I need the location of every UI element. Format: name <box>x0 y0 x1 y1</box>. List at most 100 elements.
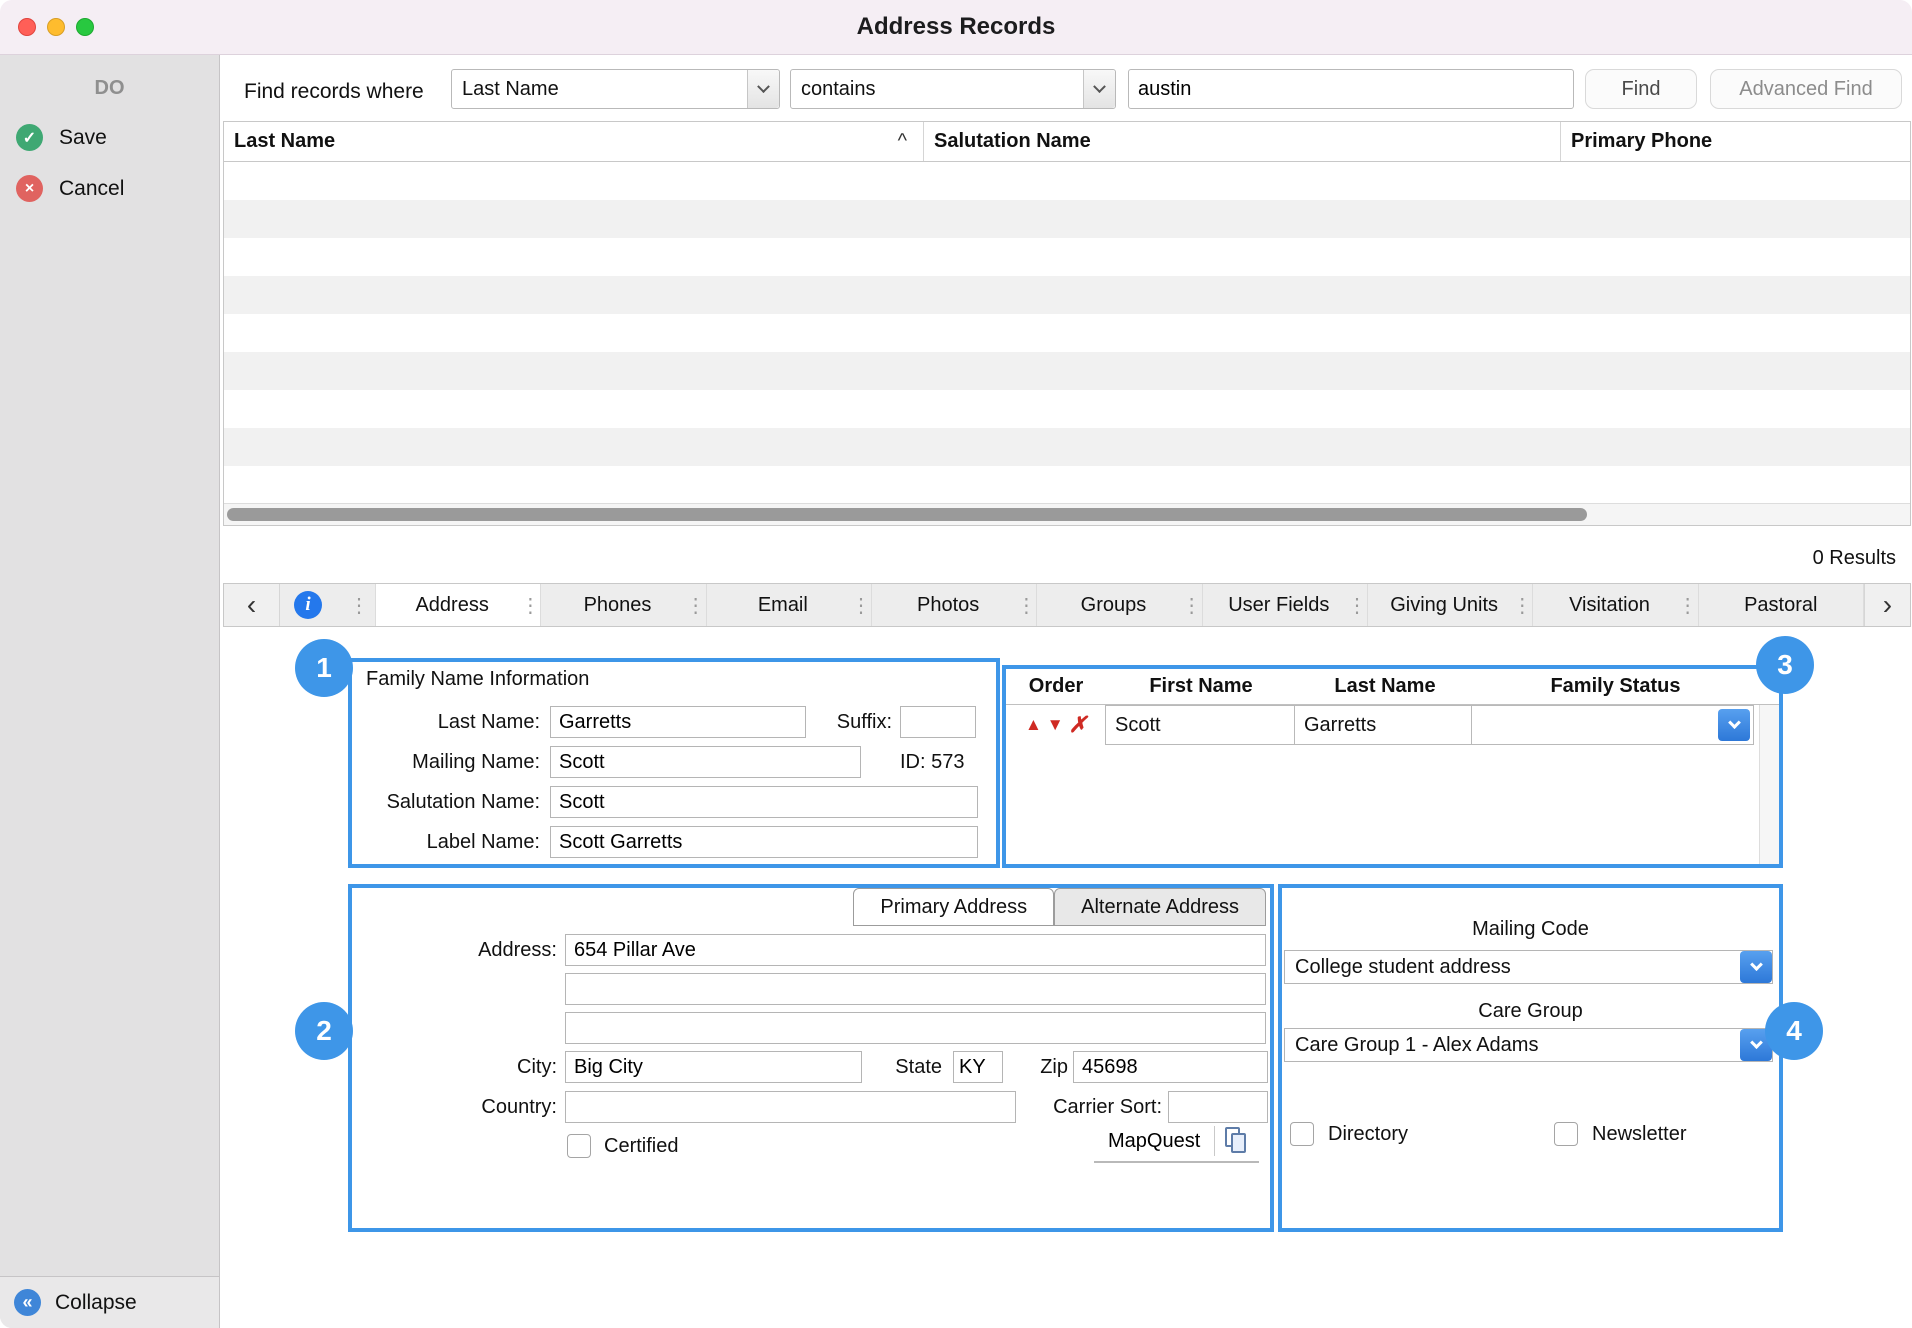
move-down-icon[interactable]: ▼ <box>1047 715 1064 735</box>
care-group-dropdown[interactable]: Care Group 1 - Alex Adams <box>1284 1028 1773 1062</box>
mailing-code-value: College student address <box>1295 955 1511 978</box>
tabs-scroll-left-button[interactable]: ‹ <box>224 584 280 626</box>
chevron-down-icon[interactable] <box>1718 709 1750 741</box>
search-query-input[interactable] <box>1128 69 1574 109</box>
window-title: Address Records <box>856 13 1056 40</box>
tab-email[interactable]: Email ⋮ <box>707 584 872 626</box>
info-icon: i <box>294 591 322 619</box>
salutation-name-field[interactable] <box>550 786 978 818</box>
suffix-label: Suffix: <box>836 711 892 733</box>
newsletter-label: Newsletter <box>1592 1123 1687 1145</box>
tabs-scroll-right-button[interactable]: › <box>1863 584 1910 626</box>
mailing-name-field[interactable] <box>550 746 861 778</box>
carrier-sort-field[interactable] <box>1168 1091 1268 1123</box>
family-status-dropdown[interactable] <box>1471 705 1754 745</box>
order-cell: ▲ ▼ ✗ <box>1006 705 1106 745</box>
certified-checkbox[interactable] <box>567 1134 591 1158</box>
country-field[interactable] <box>565 1091 1016 1123</box>
cancel-x-icon: × <box>16 175 43 202</box>
members-table-header: Order First Name Last Name Family Status <box>1006 669 1779 705</box>
search-field-dropdown[interactable]: Last Name <box>451 69 780 109</box>
move-up-icon[interactable]: ▲ <box>1025 715 1042 735</box>
label-name-field[interactable] <box>550 826 978 858</box>
tab-pastoral[interactable]: Pastoral <box>1699 584 1864 626</box>
address-line2-field[interactable] <box>565 973 1266 1005</box>
collapse-button[interactable]: « Collapse <box>0 1276 219 1328</box>
sort-asc-icon: ^ <box>897 130 907 152</box>
tab-menu-icon: ⋮ <box>1016 594 1037 617</box>
tab-groups[interactable]: Groups ⋮ <box>1037 584 1203 626</box>
tab-photos[interactable]: Photos ⋮ <box>872 584 1038 626</box>
column-label: Last Name <box>234 130 336 152</box>
suffix-field[interactable] <box>900 706 976 738</box>
divider <box>1214 1126 1216 1156</box>
tab-primary-address[interactable]: Primary Address <box>853 888 1055 926</box>
member-last-name-field[interactable]: Garretts <box>1294 705 1472 745</box>
tab-menu-icon: ⋮ <box>520 594 541 617</box>
zoom-window-button[interactable] <box>76 18 94 36</box>
state-label: State <box>895 1056 942 1078</box>
annotation-circle-1: 1 <box>295 639 353 697</box>
vertical-scrollbar[interactable] <box>1759 705 1779 864</box>
results-count: 0 Results <box>1812 547 1896 569</box>
tab-user-fields[interactable]: User Fields ⋮ <box>1203 584 1368 626</box>
mailing-code-label: Mailing Code <box>1472 918 1589 940</box>
tab-menu-icon: ⋮ <box>349 594 369 617</box>
tab-label: Email <box>757 593 808 616</box>
search-operator-value: contains <box>801 77 876 100</box>
results-rows <box>224 162 1910 503</box>
column-header-order: Order <box>1028 675 1084 697</box>
tab-menu-icon: ⋮ <box>1181 594 1202 617</box>
mailing-name-label: Mailing Name: <box>412 751 540 773</box>
delete-member-icon[interactable]: ✗ <box>1069 712 1087 738</box>
state-field[interactable] <box>953 1051 1003 1083</box>
tab-address[interactable]: Address ⋮ <box>376 584 542 626</box>
tab-label: User Fields <box>1228 593 1330 616</box>
address-line3-field[interactable] <box>565 1012 1266 1044</box>
zip-field[interactable] <box>1073 1051 1268 1083</box>
country-label: Country: <box>481 1096 557 1118</box>
tab-giving-units[interactable]: Giving Units ⋮ <box>1368 584 1534 626</box>
mapquest-button[interactable]: MapQuest <box>1094 1130 1214 1153</box>
address-line1-field[interactable] <box>565 934 1266 966</box>
column-header-first-name: First Name <box>1149 675 1253 697</box>
last-name-field[interactable] <box>550 706 806 738</box>
carrier-sort-label: Carrier Sort: <box>1053 1096 1162 1118</box>
cancel-label: Cancel <box>59 176 125 200</box>
member-row: ▲ ▼ ✗ Scott Garretts <box>1006 705 1779 745</box>
column-header-primary-phone[interactable]: Primary Phone <box>1561 122 1910 161</box>
directory-checkbox[interactable] <box>1290 1122 1314 1146</box>
search-operator-dropdown[interactable]: contains <box>790 69 1116 109</box>
find-records-label: Find records where <box>244 80 424 103</box>
member-first-name-field[interactable]: Scott <box>1105 705 1295 745</box>
annotation-circle-2: 2 <box>295 1002 353 1060</box>
label-name-label: Label Name: <box>426 831 540 853</box>
close-window-button[interactable] <box>18 18 36 36</box>
tab-label: Phones <box>583 593 652 616</box>
save-button[interactable]: ✓ Save <box>0 124 219 151</box>
tab-label: Giving Units <box>1390 593 1499 616</box>
city-label: City: <box>517 1056 557 1078</box>
tab-alternate-address[interactable]: Alternate Address <box>1054 888 1266 926</box>
copy-address-icon[interactable] <box>1225 1127 1249 1155</box>
sidebar-header: DO <box>94 77 125 99</box>
record-id: ID: 573 <box>900 751 965 773</box>
tab-label: Visitation <box>1569 593 1650 616</box>
newsletter-checkbox[interactable] <box>1554 1122 1578 1146</box>
column-header-salutation-name[interactable]: Salutation Name <box>924 122 1561 161</box>
minimize-window-button[interactable] <box>47 18 65 36</box>
tab-menu-icon: ⋮ <box>685 594 706 617</box>
find-button[interactable]: Find <box>1585 69 1697 109</box>
annotation-circle-3: 3 <box>1756 636 1814 694</box>
advanced-find-button[interactable]: Advanced Find <box>1710 69 1902 109</box>
horizontal-scrollbar[interactable] <box>224 503 1910 525</box>
tab-phones[interactable]: Phones ⋮ <box>541 584 707 626</box>
tab-visitation[interactable]: Visitation ⋮ <box>1533 584 1699 626</box>
search-field-value: Last Name <box>462 77 559 100</box>
column-header-last-name[interactable]: Last Name ^ <box>224 122 924 161</box>
scrollbar-thumb[interactable] <box>227 508 1587 521</box>
city-field[interactable] <box>565 1051 862 1083</box>
tab-info[interactable]: i ⋮ <box>280 584 376 626</box>
cancel-button[interactable]: × Cancel <box>0 175 219 202</box>
mailing-code-dropdown[interactable]: College student address <box>1284 950 1773 984</box>
